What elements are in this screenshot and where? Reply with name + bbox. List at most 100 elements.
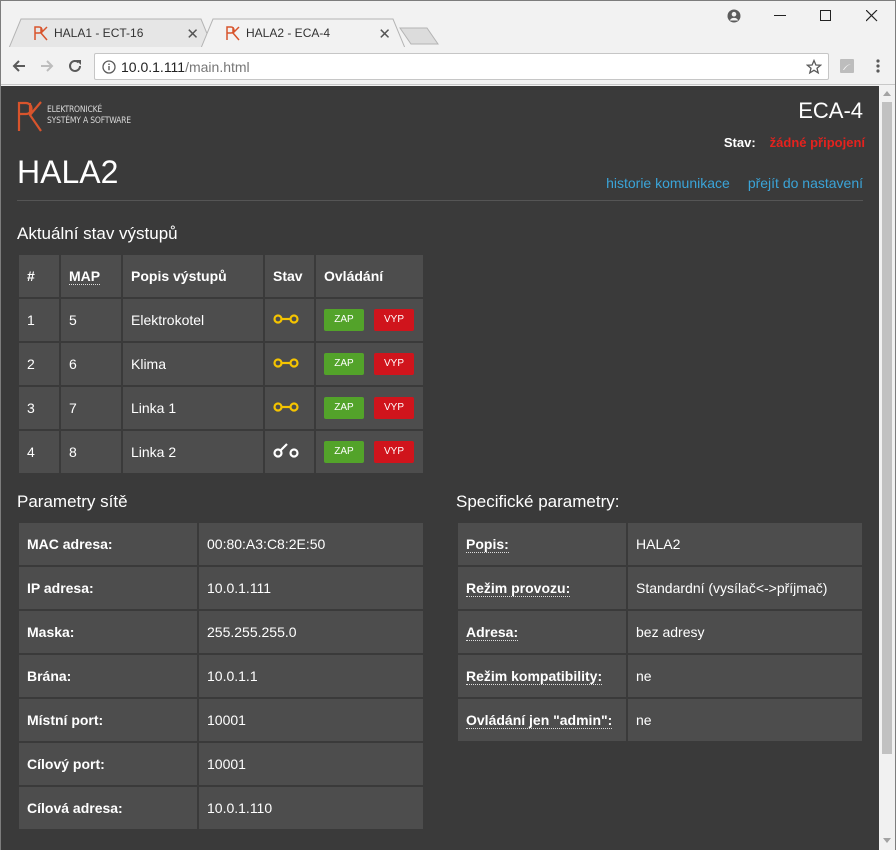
network-row: MAC adresa: 00:80:A3:C8:2E:50: [19, 523, 423, 565]
close-tab-icon[interactable]: ✕: [186, 25, 199, 43]
col-map: MAP: [61, 255, 121, 297]
scroll-up-arrow-icon[interactable]: [883, 91, 891, 96]
output-state: [265, 431, 314, 473]
company-logo: ELEKTRONICKÉ SYSTÉMY A SOFTWARE: [17, 100, 131, 132]
output-number: 2: [19, 343, 59, 385]
output-control: ZAP VYP: [316, 431, 423, 473]
network-row: IP adresa: 10.0.1.111: [19, 567, 423, 609]
bookmark-star-icon[interactable]: [806, 59, 822, 75]
param-value: ne: [628, 699, 862, 741]
output-state: [265, 387, 314, 429]
col-control: Ovládání: [316, 255, 423, 297]
switch-closed-icon: [273, 402, 299, 412]
output-number: 1: [19, 299, 59, 341]
param-label: IP adresa:: [19, 567, 197, 609]
on-button[interactable]: ZAP: [324, 309, 364, 331]
network-table: MAC adresa: 00:80:A3:C8:2E:50 IP adresa: 1…: [17, 521, 425, 831]
favicon-logo-icon: [226, 26, 240, 41]
off-button[interactable]: VYP: [374, 353, 414, 375]
scroll-down-arrow-icon[interactable]: [883, 838, 891, 843]
switch-closed-icon: [273, 358, 299, 368]
output-control: ZAP VYP: [316, 387, 423, 429]
off-button[interactable]: VYP: [374, 309, 414, 331]
forward-button[interactable]: [37, 56, 57, 76]
specific-heading: Specifické parametry:: [456, 492, 620, 511]
browser-window: HALA1 - ECT-16 ✕ HALA2 - ECA-4 ✕ 10.0.1.…: [0, 0, 896, 850]
forward-arrow-icon: [41, 60, 54, 72]
close-tab-icon[interactable]: ✕: [378, 25, 391, 43]
info-icon[interactable]: [102, 60, 116, 74]
output-control: ZAP VYP: [316, 343, 423, 385]
settings-link[interactable]: přejít do nastavení: [748, 175, 863, 191]
connection-status: Stav: žádné připojení: [724, 135, 865, 150]
network-row: Cílová adresa: 10.0.1.110: [19, 787, 423, 829]
header-links: historie komunikace přejít do nastavení: [588, 175, 863, 191]
param-label: Místní port:: [19, 699, 197, 741]
output-state: [265, 299, 314, 341]
param-value: bez adresy: [628, 611, 862, 653]
output-description: Elektrokotel: [123, 299, 263, 341]
param-label: Cílový port:: [19, 743, 197, 785]
output-control: ZAP VYP: [316, 299, 423, 341]
tab-hala1[interactable]: HALA1 - ECT-16 ✕: [9, 18, 213, 48]
param-label: Režim kompatibility:: [458, 655, 626, 697]
param-label: Ovládání jen "admin":: [458, 699, 626, 741]
url-text: 10.0.1.111/main.html: [121, 59, 250, 75]
output-row: 1 5 Elektrokotel ZAP VYP: [19, 299, 423, 341]
history-link[interactable]: historie komunikace: [606, 175, 730, 191]
maximize-button[interactable]: [811, 5, 841, 27]
output-row: 4 8 Linka 2 ZAP VYP: [19, 431, 423, 473]
col-description: Popis výstupů: [123, 255, 263, 297]
new-tab-button[interactable]: [399, 27, 439, 45]
param-label: Popis:: [458, 523, 626, 565]
address-bar[interactable]: 10.0.1.111/main.html: [94, 53, 829, 80]
output-map: 7: [61, 387, 121, 429]
off-button[interactable]: VYP: [374, 441, 414, 463]
close-window-button[interactable]: [857, 5, 887, 27]
off-button[interactable]: VYP: [374, 397, 414, 419]
output-map: 6: [61, 343, 121, 385]
on-button[interactable]: ZAP: [324, 441, 364, 463]
output-number: 4: [19, 431, 59, 473]
back-arrow-icon: [12, 60, 25, 72]
reload-button[interactable]: [65, 56, 85, 76]
param-label: Režim provozu:: [458, 567, 626, 609]
param-label: Maska:: [19, 611, 197, 653]
output-map: 5: [61, 299, 121, 341]
col-number: #: [19, 255, 59, 297]
param-value: 10.0.1.111: [199, 567, 423, 609]
tab-hala2[interactable]: HALA2 - ECA-4 ✕: [201, 18, 405, 48]
on-button[interactable]: ZAP: [324, 397, 364, 419]
device-name: ECA-4: [798, 98, 863, 123]
output-description: Klima: [123, 343, 263, 385]
param-label-text: Režim provozu:: [466, 580, 571, 597]
profile-icon[interactable]: [719, 5, 749, 27]
status-value: žádné připojení: [769, 135, 865, 150]
status-label: Stav:: [723, 135, 756, 150]
tab-strip: HALA1 - ECT-16 ✕ HALA2 - ECA-4 ✕: [1, 1, 895, 48]
pdf-extension-icon[interactable]: [837, 56, 857, 76]
tab-title: HALA2 - ECA-4: [246, 26, 331, 40]
network-row: Maska: 255.255.255.0: [19, 611, 423, 653]
param-value: 10001: [199, 743, 423, 785]
output-map: 8: [61, 431, 121, 473]
logo-text-line1: ELEKTRONICKÉ: [47, 105, 103, 115]
param-label: Cílová adresa:: [19, 787, 197, 829]
param-value: 10001: [199, 699, 423, 741]
minimize-button[interactable]: [765, 5, 795, 27]
menu-kebab-icon[interactable]: [868, 56, 888, 76]
network-row: Cílový port: 10001: [19, 743, 423, 785]
col-state: Stav: [265, 255, 314, 297]
logo-text-line2: SYSTÉMY A SOFTWARE: [47, 116, 131, 126]
back-button[interactable]: [9, 56, 29, 76]
on-button[interactable]: ZAP: [324, 353, 364, 375]
scrollbar-thumb[interactable]: [882, 102, 892, 754]
page-content: ELEKTRONICKÉ SYSTÉMY A SOFTWARE ECA-4 St…: [1, 86, 879, 850]
outputs-heading: Aktuální stav výstupů: [17, 224, 178, 243]
tab-title: HALA1 - ECT-16: [54, 26, 144, 40]
param-label-text: Popis:: [466, 536, 509, 553]
vertical-scrollbar[interactable]: [879, 86, 895, 850]
output-number: 3: [19, 387, 59, 429]
outputs-header-row: # MAP Popis výstupů Stav Ovládání: [19, 255, 423, 297]
output-row: 3 7 Linka 1 ZAP VYP: [19, 387, 423, 429]
